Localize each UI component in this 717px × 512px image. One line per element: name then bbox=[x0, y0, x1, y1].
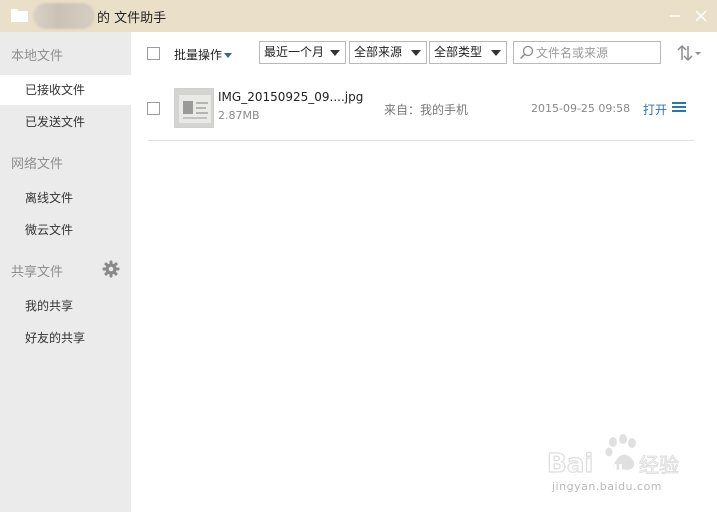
menu-icon[interactable] bbox=[672, 101, 686, 113]
minimize-icon[interactable] bbox=[665, 6, 685, 26]
sidebar-item-received[interactable]: 已接收文件 bbox=[0, 75, 131, 105]
chevron-down-icon bbox=[411, 50, 421, 56]
watermark-url: jingyan.baidu.com bbox=[552, 480, 663, 493]
sidebar-item-weiyun[interactable]: 微云文件 bbox=[0, 215, 131, 245]
file-thumbnail bbox=[174, 88, 214, 128]
sidebar-section-local: 本地文件 bbox=[11, 49, 64, 64]
file-date: 2015-09-25 09:58 bbox=[531, 102, 631, 115]
caret-down-icon bbox=[224, 53, 233, 58]
svg-text:Bai: Bai bbox=[547, 449, 593, 479]
toolbar: 批量操作 最近一个月 全部来源 全部类型 bbox=[131, 32, 717, 74]
window-title: 的 文件助手 bbox=[97, 11, 167, 26]
close-icon[interactable] bbox=[691, 6, 711, 26]
folder-icon bbox=[11, 9, 28, 22]
search-box bbox=[513, 41, 661, 64]
sidebar-section-network: 网络文件 bbox=[11, 157, 64, 172]
title-bar: 的 文件助手 bbox=[0, 0, 717, 32]
chevron-down-icon bbox=[330, 50, 340, 56]
open-file-link[interactable]: 打开 bbox=[643, 101, 667, 118]
sort-icon[interactable] bbox=[675, 43, 703, 63]
sidebar-item-my-share[interactable]: 我的共享 bbox=[0, 291, 131, 321]
gear-icon[interactable] bbox=[102, 260, 120, 278]
time-filter-value: 最近一个月 bbox=[264, 45, 325, 59]
sidebar-section-shared: 共享文件 bbox=[11, 265, 64, 280]
select-all-checkbox[interactable] bbox=[147, 47, 160, 60]
sidebar: 本地文件 已接收文件 已发送文件 网络文件 离线文件 微云文件 共享文件 我的共… bbox=[0, 32, 131, 512]
sidebar-item-offline[interactable]: 离线文件 bbox=[0, 183, 131, 213]
sidebar-item-sent[interactable]: 已发送文件 bbox=[0, 107, 131, 137]
sidebar-item-friends-share[interactable]: 好友的共享 bbox=[0, 323, 131, 353]
batch-operation-button[interactable]: 批量操作 bbox=[174, 46, 233, 63]
type-filter-select[interactable]: 全部类型 bbox=[429, 41, 507, 64]
file-source: 来自：我的手机 bbox=[384, 103, 469, 117]
list-item[interactable]: IMG_20150925_09....jpg 2.87MB 来自：我的手机 20… bbox=[131, 82, 717, 140]
file-checkbox[interactable] bbox=[147, 102, 160, 115]
file-name[interactable]: IMG_20150925_09....jpg bbox=[218, 90, 363, 104]
chevron-down-icon bbox=[491, 50, 501, 56]
file-size: 2.87MB bbox=[218, 109, 260, 122]
source-filter-select[interactable]: 全部来源 bbox=[349, 41, 427, 64]
search-icon bbox=[519, 45, 534, 60]
svg-text:du: du bbox=[603, 460, 623, 476]
search-input[interactable] bbox=[536, 43, 656, 62]
svg-text:经验: 经验 bbox=[639, 453, 679, 477]
avatar bbox=[33, 3, 95, 29]
time-filter-select[interactable]: 最近一个月 bbox=[259, 41, 346, 64]
row-divider bbox=[148, 140, 694, 141]
batch-operation-label: 批量操作 bbox=[174, 48, 223, 62]
type-filter-value: 全部类型 bbox=[434, 45, 483, 59]
source-filter-value: 全部来源 bbox=[354, 45, 403, 59]
